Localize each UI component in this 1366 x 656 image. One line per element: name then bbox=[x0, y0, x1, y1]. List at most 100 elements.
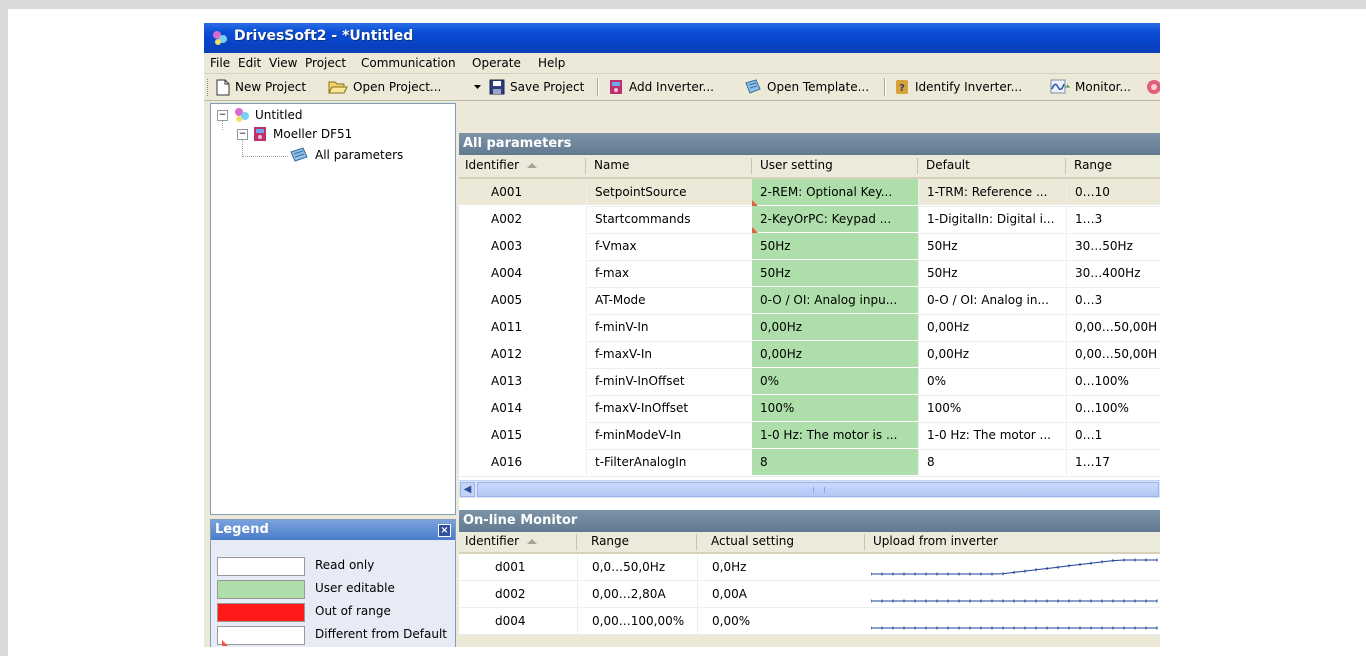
parameter-row[interactable]: A015 f-minModeV-In 1-0 Hz: The motor is ..… bbox=[459, 422, 1160, 450]
param-default-cell: 0-O / OI: Analog in... bbox=[918, 287, 1066, 313]
parameter-row[interactable]: A011 f-minV-In 0,00Hz 0,00Hz 0,00…50,00H bbox=[459, 314, 1160, 342]
tree-node-all-parameters[interactable]: All parameters bbox=[289, 146, 403, 164]
parameter-row[interactable]: A001 SetpointSource 2-REM: Optional Key...… bbox=[459, 179, 1160, 207]
col-separator[interactable] bbox=[1065, 158, 1066, 174]
param-user-setting-cell[interactable]: 8 bbox=[752, 449, 918, 475]
col-header-name[interactable]: Name bbox=[594, 158, 629, 172]
legend-label-out-of-range: Out of range bbox=[315, 604, 391, 618]
menu-operate[interactable]: Operate bbox=[472, 56, 521, 70]
save-project-label: Save Project bbox=[510, 80, 585, 94]
param-name-cell: f-maxV-In bbox=[586, 341, 752, 367]
col-separator[interactable] bbox=[864, 534, 865, 550]
menu-communication[interactable]: Communication bbox=[361, 56, 456, 70]
legend-header: Legend × bbox=[211, 520, 455, 540]
parameter-row[interactable]: A004 f-max 50Hz 50Hz 30…400Hz bbox=[459, 260, 1160, 288]
legend-label-read-only: Read only bbox=[315, 558, 375, 572]
parameter-row[interactable]: A012 f-maxV-In 0,00Hz 0,00Hz 0,00…50,00H bbox=[459, 341, 1160, 369]
project-icon bbox=[235, 108, 249, 122]
parameter-row[interactable]: A002 Startcommands 2-KeyOrPC: Keypad ... 1-… bbox=[459, 206, 1160, 234]
monitor-identifier-cell: d001 bbox=[495, 560, 526, 574]
param-default-cell: 50Hz bbox=[918, 260, 1066, 286]
col-separator[interactable] bbox=[576, 534, 577, 550]
tree-node-moeller-df51[interactable]: − Moeller DF51 bbox=[237, 125, 352, 143]
collapse-toggle[interactable]: − bbox=[237, 128, 248, 140]
monitor-col-identifier[interactable]: Identifier bbox=[465, 534, 538, 548]
parameters-panel-title: All parameters bbox=[463, 136, 572, 151]
toolbar: New Project Open Project... Save Project bbox=[204, 74, 1160, 101]
tree-connector bbox=[242, 156, 288, 157]
monitor-range-cell: 0,00…2,80A bbox=[577, 581, 697, 607]
monitor-row[interactable]: d004 0,00…100,00% 0,00% bbox=[459, 608, 1160, 635]
parameter-row[interactable]: A016 t-FilterAnalogIn 8 8 1…17 bbox=[459, 449, 1160, 477]
open-project-dropdown[interactable] bbox=[474, 78, 486, 96]
title-bar[interactable]: DrivesSoft2 - *Untitled bbox=[204, 23, 1160, 53]
add-inverter-label: Add Inverter... bbox=[629, 80, 714, 94]
col-separator[interactable] bbox=[917, 158, 918, 174]
legend-label-user-editable: User editable bbox=[315, 581, 395, 595]
monitor-row[interactable]: d002 0,00…2,80A 0,00A bbox=[459, 581, 1160, 608]
monitor-actual-cell: 0,0Hz bbox=[697, 554, 857, 580]
legend-swatch-different-default bbox=[217, 626, 305, 646]
param-user-setting-cell[interactable]: 50Hz bbox=[752, 233, 918, 259]
menu-project[interactable]: Project bbox=[305, 56, 346, 70]
param-user-setting-cell[interactable]: 1-0 Hz: The motor is ... bbox=[752, 422, 918, 448]
parameter-row[interactable]: A005 AT-Mode 0-O / OI: Analog inpu... 0-O /… bbox=[459, 287, 1160, 315]
open-project-button[interactable]: Open Project... bbox=[328, 78, 441, 96]
close-icon[interactable]: × bbox=[438, 524, 451, 537]
param-user-setting-cell[interactable]: 2-REM: Optional Key... bbox=[752, 179, 918, 205]
menu-file[interactable]: File bbox=[210, 56, 230, 70]
col-header-default[interactable]: Default bbox=[926, 158, 970, 172]
identify-icon: ? bbox=[896, 80, 908, 94]
collapse-toggle[interactable]: − bbox=[217, 109, 228, 121]
menu-edit[interactable]: Edit bbox=[238, 56, 261, 70]
parameter-row[interactable]: A003 f-Vmax 50Hz 50Hz 30…50Hz bbox=[459, 233, 1160, 261]
template-icon bbox=[745, 79, 761, 94]
identify-inverter-label: Identify Inverter... bbox=[915, 80, 1023, 94]
menu-help[interactable]: Help bbox=[538, 56, 565, 70]
monitor-label: Monitor... bbox=[1075, 80, 1131, 94]
open-template-button[interactable]: Open Template... bbox=[744, 78, 869, 96]
monitor-row[interactable]: d001 0,0…50,0Hz 0,0Hz bbox=[459, 554, 1160, 581]
new-project-button[interactable]: New Project bbox=[216, 78, 306, 96]
param-name-cell: f-minModeV-In bbox=[586, 422, 752, 448]
param-user-setting-cell[interactable]: 0-O / OI: Analog inpu... bbox=[752, 287, 918, 313]
col-header-identifier[interactable]: Identifier bbox=[465, 158, 538, 172]
param-name-cell: f-minV-InOffset bbox=[586, 368, 752, 394]
param-user-setting-cell[interactable]: 0,00Hz bbox=[752, 341, 918, 367]
more-tool-button[interactable] bbox=[1146, 78, 1160, 96]
col-separator[interactable] bbox=[751, 158, 752, 174]
overflow-tool-icon bbox=[1147, 80, 1160, 94]
inverter-icon bbox=[610, 80, 622, 94]
col-header-range[interactable]: Range bbox=[1074, 158, 1112, 172]
monitor-col-range[interactable]: Range bbox=[591, 534, 629, 548]
col-separator[interactable] bbox=[696, 534, 697, 550]
param-user-setting-cell[interactable]: 50Hz bbox=[752, 260, 918, 286]
monitor-button[interactable]: Monitor... bbox=[1050, 78, 1131, 96]
parameter-row[interactable]: A013 f-minV-InOffset 0% 0% 0…100% bbox=[459, 368, 1160, 396]
menu-view[interactable]: View bbox=[269, 56, 297, 70]
save-project-button[interactable]: Save Project bbox=[489, 78, 584, 96]
monitor-col-actual[interactable]: Actual setting bbox=[711, 534, 794, 548]
add-inverter-button[interactable]: Add Inverter... bbox=[608, 78, 714, 96]
param-identifier-cell: A014 bbox=[459, 395, 586, 421]
monitor-col-upload[interactable]: Upload from inverter bbox=[873, 534, 998, 548]
window-title: DrivesSoft2 - *Untitled bbox=[234, 28, 414, 44]
param-identifier-cell: A012 bbox=[459, 341, 586, 367]
param-user-setting-cell[interactable]: 0,00Hz bbox=[752, 314, 918, 340]
scrollbar-thumb[interactable] bbox=[477, 482, 1159, 497]
toolbar-separator bbox=[597, 78, 599, 96]
horizontal-scrollbar[interactable]: ◀ bbox=[459, 480, 1160, 498]
col-separator[interactable] bbox=[585, 158, 586, 174]
identify-inverter-button[interactable]: ? Identify Inverter... bbox=[894, 78, 1022, 96]
param-user-setting-cell[interactable]: 0% bbox=[752, 368, 918, 394]
toolbar-grip[interactable] bbox=[207, 79, 211, 96]
col-header-user-setting[interactable]: User setting bbox=[760, 158, 833, 172]
toolbar-separator bbox=[884, 78, 886, 96]
tree-node-untitled[interactable]: − Untitled bbox=[217, 106, 302, 124]
legend-panel: Legend × Read only User editable Out of … bbox=[210, 519, 456, 647]
parameter-row[interactable]: A014 f-maxV-InOffset 100% 100% 0…100% bbox=[459, 395, 1160, 423]
param-user-setting-cell[interactable]: 100% bbox=[752, 395, 918, 421]
param-user-setting-cell[interactable]: 2-KeyOrPC: Keypad ... bbox=[752, 206, 918, 232]
param-default-cell: 100% bbox=[918, 395, 1066, 421]
scroll-left-icon[interactable]: ◀ bbox=[460, 482, 475, 497]
